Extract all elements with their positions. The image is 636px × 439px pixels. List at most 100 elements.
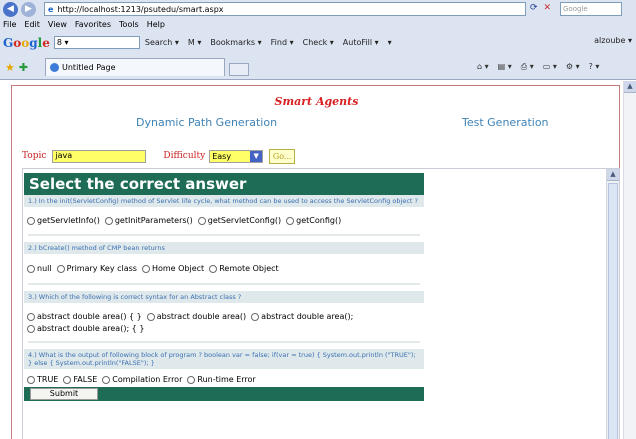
google-toolbar: Google 8 ▾ Search ▾ M ▾ Bookmarks ▾ Find…: [0, 33, 636, 52]
favorites-star-icon[interactable]: ★: [5, 61, 15, 74]
q1-option-3[interactable]: getServletConfig(): [197, 215, 282, 227]
add-favorite-icon[interactable]: ✚: [19, 61, 28, 74]
q2-option-2[interactable]: Primary Key class: [56, 263, 137, 275]
option-label: TRUE: [37, 375, 59, 384]
radio-button[interactable]: [27, 325, 35, 333]
new-tab-button[interactable]: [229, 63, 249, 76]
q3-option-4[interactable]: abstract double area(); { }: [27, 323, 144, 335]
radio-button[interactable]: [209, 265, 218, 273]
radio-button[interactable]: [27, 265, 35, 273]
option-label: Primary Key class: [66, 264, 137, 273]
chevron-down-icon[interactable]: ▼: [250, 150, 263, 162]
panel-scrollbar[interactable]: ▲: [606, 169, 619, 439]
menu-bar: File Edit View Favorites Tools Help: [0, 20, 636, 31]
radio-button[interactable]: [27, 376, 35, 384]
radio-button[interactable]: [286, 217, 295, 225]
option-label: abstract double area() { }: [37, 312, 142, 321]
question-4-options: TRUE FALSE Compilation Error Run-time Er…: [24, 369, 424, 387]
address-row: ◀ ▶ e http://localhost:1213/psutedu/smar…: [0, 0, 636, 18]
radio-button[interactable]: [197, 217, 206, 225]
difficulty-select[interactable]: Easy ▼: [209, 149, 264, 163]
difficulty-value: Easy: [212, 151, 232, 161]
option-label: Remote Object: [219, 264, 279, 273]
tools-icon[interactable]: ⚙ ▾: [566, 62, 580, 72]
google-search-button[interactable]: Search ▾: [145, 38, 179, 47]
option-label: abstract double area(); { }: [37, 324, 145, 333]
q3-option-2[interactable]: abstract double area(): [146, 311, 246, 323]
go-button[interactable]: Go...: [269, 148, 296, 164]
option-label: Run-time Error: [197, 375, 256, 384]
forward-arrow-icon[interactable]: ▶: [21, 1, 36, 17]
home-icon[interactable]: ⌂ ▾: [477, 62, 489, 72]
menu-favorites[interactable]: Favorites: [75, 20, 111, 31]
spell-check-button[interactable]: Check ▾: [303, 38, 334, 47]
radio-button[interactable]: [102, 376, 111, 384]
q1-option-4[interactable]: getConfig(): [286, 215, 341, 227]
bookmarks-button[interactable]: Bookmarks ▾: [210, 38, 261, 47]
google-search-input[interactable]: 8 ▾: [53, 36, 140, 49]
q3-option-1[interactable]: abstract double area() { }: [27, 311, 142, 323]
quiz-form: Select the correct answer 1.) In the ini…: [24, 173, 424, 401]
print-icon[interactable]: ⎙ ▾: [521, 62, 534, 72]
google-logo: Google: [3, 35, 50, 50]
find-button[interactable]: Find ▾: [271, 38, 294, 47]
autofill-button[interactable]: AutoFill ▾: [343, 38, 379, 47]
nav-test-generation[interactable]: Test Generation: [462, 116, 549, 129]
nav-dynamic-path-generation[interactable]: Dynamic Path Generation: [136, 116, 277, 129]
feeds-icon[interactable]: ▤ ▾: [498, 62, 512, 72]
menu-edit[interactable]: Edit: [24, 20, 40, 31]
tab-untitled-page[interactable]: Untitled Page: [45, 58, 225, 76]
radio-button[interactable]: [146, 313, 155, 321]
q4-option-3[interactable]: Compilation Error: [102, 374, 182, 386]
radio-button[interactable]: [27, 313, 35, 321]
q4-option-4[interactable]: Run-time Error: [187, 374, 256, 386]
site-title: Smart Agents: [274, 95, 359, 108]
option-label: FALSE: [73, 375, 98, 384]
menu-view[interactable]: View: [48, 20, 67, 31]
gmail-button[interactable]: M ▾: [188, 38, 201, 47]
radio-button[interactable]: [56, 265, 65, 273]
quiz-heading: Select the correct answer: [24, 173, 424, 195]
divider: [28, 234, 420, 236]
scroll-up-icon[interactable]: ▲: [624, 81, 636, 93]
q1-option-2[interactable]: getInitParameters(): [104, 215, 193, 227]
radio-button[interactable]: [141, 265, 150, 273]
page-icon[interactable]: ▭ ▾: [543, 62, 557, 72]
page-scrollbar[interactable]: ▲: [623, 81, 636, 439]
back-arrow-icon[interactable]: ◀: [3, 1, 18, 17]
option-label: abstract double area();: [261, 312, 354, 321]
scrollbar-thumb[interactable]: [608, 183, 618, 439]
toolbar-more-button[interactable]: ▾: [388, 38, 392, 47]
menu-file[interactable]: File: [3, 20, 16, 31]
menu-help[interactable]: Help: [147, 20, 165, 31]
radio-button[interactable]: [63, 376, 72, 384]
question-1-options: getServletInfo() getInitParameters() get…: [24, 207, 424, 234]
option-label: getInitParameters(): [114, 216, 193, 225]
radio-button[interactable]: [104, 217, 113, 225]
q2-option-1[interactable]: null: [27, 263, 52, 275]
refresh-icon[interactable]: ⟳: [530, 3, 538, 13]
submit-button[interactable]: Submit: [30, 388, 98, 400]
q4-option-1[interactable]: TRUE: [27, 374, 58, 386]
q4-option-2[interactable]: FALSE: [63, 374, 97, 386]
option-label: getServletConfig(): [207, 216, 282, 225]
q3-option-3[interactable]: abstract double area();: [251, 311, 353, 323]
radio-button[interactable]: [251, 313, 260, 321]
q2-option-3[interactable]: Home Object: [141, 263, 204, 275]
address-bar[interactable]: e http://localhost:1213/psutedu/smart.as…: [44, 2, 526, 16]
option-label: null: [37, 264, 52, 273]
search-box[interactable]: Google: [560, 2, 622, 16]
radio-button[interactable]: [187, 376, 196, 384]
account-button[interactable]: alzoube ▾: [594, 36, 632, 45]
topic-input[interactable]: java: [52, 149, 147, 163]
question-3-text: 3.) Which of the following is correct sy…: [24, 291, 424, 303]
tab-row: ★ ✚ Untitled Page ⌂ ▾ ▤ ▾ ⎙ ▾ ▭ ▾ ⚙ ▾ ? …: [0, 55, 636, 79]
q2-option-4[interactable]: Remote Object: [209, 263, 279, 275]
q1-option-1[interactable]: getServletInfo(): [27, 215, 100, 227]
scroll-up-icon[interactable]: ▲: [607, 169, 619, 181]
help-icon[interactable]: ? ▾: [589, 62, 600, 72]
stop-icon[interactable]: ✕: [544, 3, 552, 13]
radio-button[interactable]: [27, 217, 35, 225]
menu-tools[interactable]: Tools: [119, 20, 139, 31]
question-1-text: 1.) In the init(ServletConfig) method of…: [24, 195, 424, 207]
